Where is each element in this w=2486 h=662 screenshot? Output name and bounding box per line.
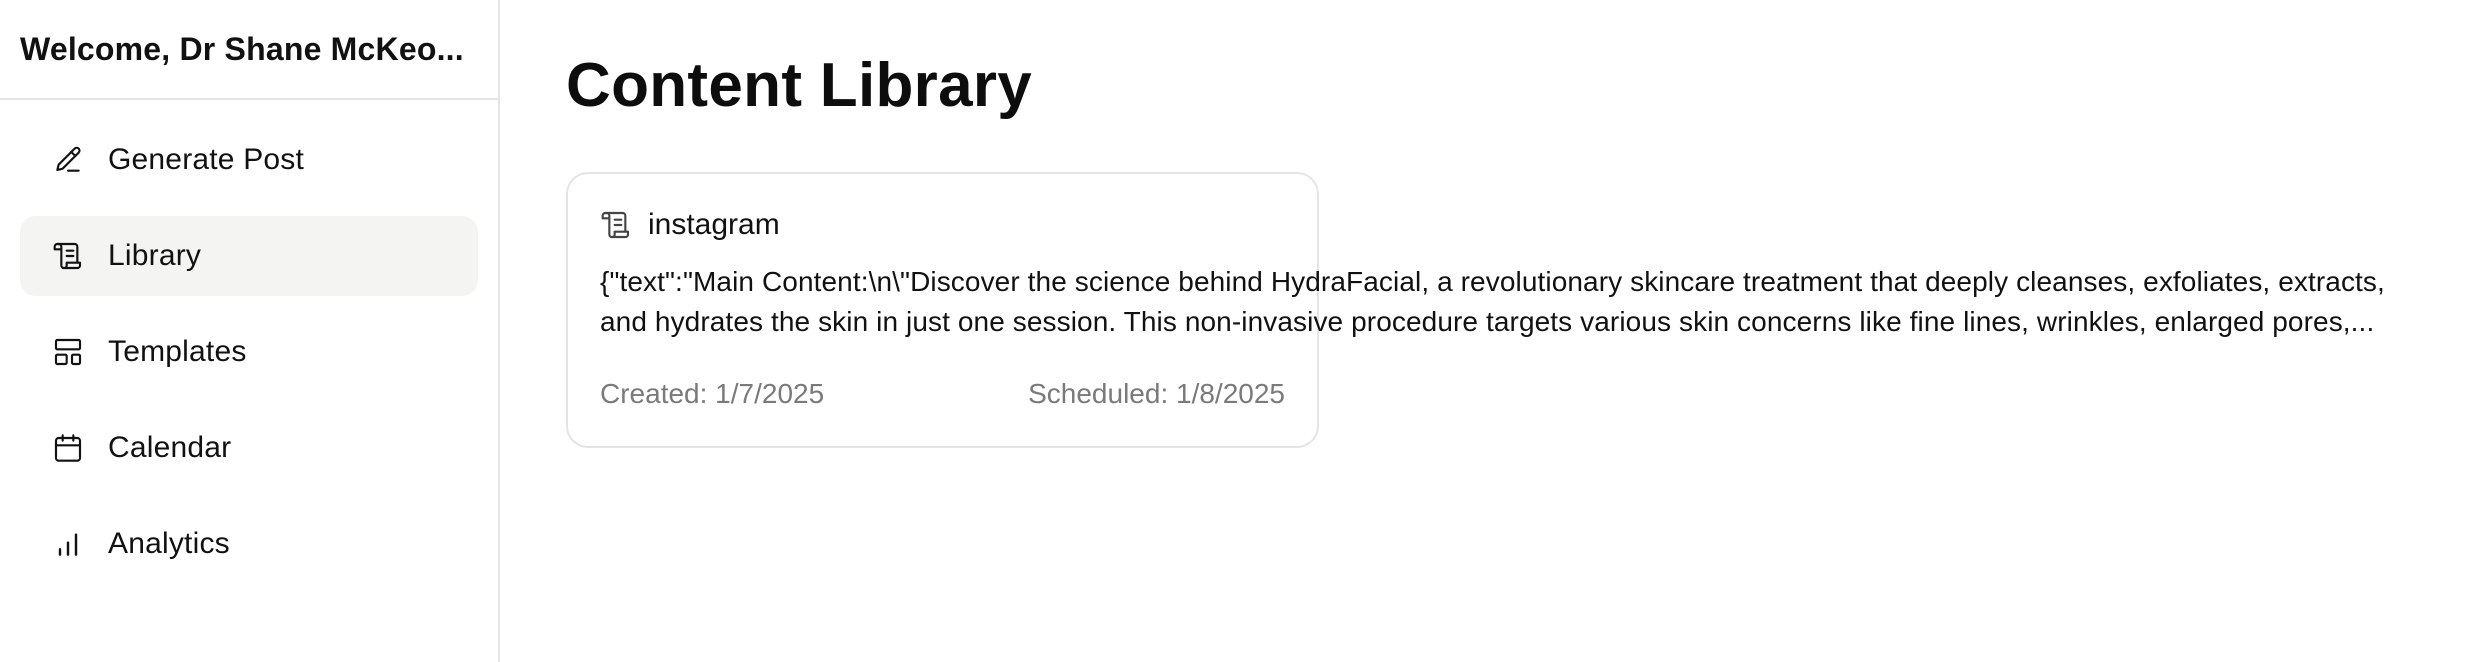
pencil-icon bbox=[52, 144, 84, 176]
sidebar: Welcome, Dr Shane McKeo... Generate Post bbox=[0, 0, 500, 662]
sidebar-item-label: Calendar bbox=[108, 431, 232, 464]
sidebar-item-analytics[interactable]: Analytics bbox=[20, 504, 478, 584]
sidebar-nav: Generate Post Library Templates Calendar… bbox=[0, 100, 498, 584]
post-preview-line: and hydrates the skin in just one sessio… bbox=[600, 306, 2375, 337]
app-window: Welcome, Dr Shane McKeo... Generate Post bbox=[0, 0, 2486, 662]
sidebar-item-templates[interactable]: Templates bbox=[20, 312, 478, 392]
sidebar-item-library[interactable]: Library bbox=[20, 216, 478, 296]
sidebar-item-label: Analytics bbox=[108, 527, 230, 560]
card-meta: Created: 1/7/2025 Scheduled: 1/8/2025 bbox=[600, 378, 1285, 410]
created-date: Created: 1/7/2025 bbox=[600, 378, 825, 409]
scheduled-date: Scheduled: 1/8/2025 bbox=[1028, 378, 1285, 409]
sidebar-header: Welcome, Dr Shane McKeo... bbox=[0, 0, 498, 100]
sidebar-item-label: Templates bbox=[108, 335, 247, 368]
welcome-text: Welcome, Dr Shane McKeo... bbox=[20, 30, 464, 67]
page-title: Content Library bbox=[566, 51, 1033, 120]
sidebar-item-label: Generate Post bbox=[108, 143, 305, 176]
sidebar-item-calendar[interactable]: Calendar bbox=[20, 408, 478, 488]
card-platform: instagram bbox=[600, 208, 780, 242]
layout-icon bbox=[52, 336, 84, 368]
main-content: Content Library instagram {"text":"Main … bbox=[502, 0, 2486, 662]
scroll-icon bbox=[600, 209, 632, 241]
bar-chart-icon bbox=[52, 528, 84, 560]
scroll-icon bbox=[52, 240, 84, 272]
calendar-icon bbox=[52, 432, 84, 464]
platform-label: instagram bbox=[648, 208, 780, 241]
post-preview-line: {"text":"Main Content:\n\"Discover the s… bbox=[600, 266, 2385, 297]
post-preview-text: {"text":"Main Content:\n\"Discover the s… bbox=[600, 262, 2486, 342]
sidebar-item-generate-post[interactable]: Generate Post bbox=[20, 120, 478, 200]
sidebar-item-label: Library bbox=[108, 239, 202, 272]
content-card[interactable]: instagram {"text":"Main Content:\n\"Disc… bbox=[566, 172, 2385, 448]
